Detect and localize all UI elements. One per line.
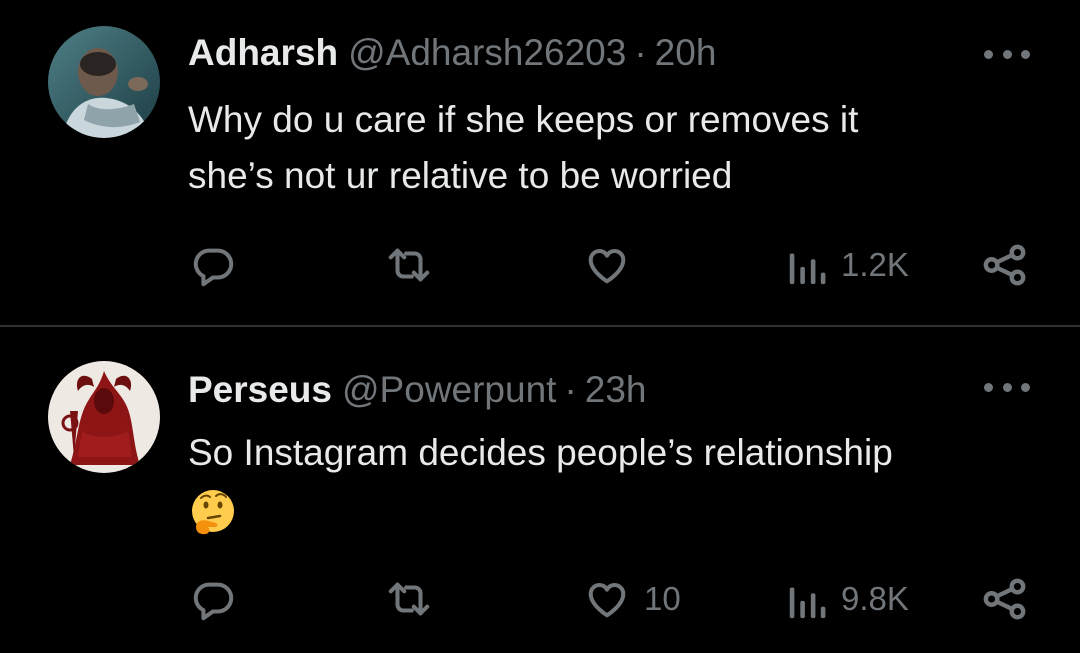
reply-icon [190, 242, 236, 288]
views-icon [787, 576, 827, 622]
tweet-header: Perseus @Powerpunt · 23h [188, 367, 647, 413]
tweet-text: Why do u care if she keeps or removes it… [188, 92, 1048, 204]
views-button[interactable]: 9.8K [787, 569, 909, 629]
tweet-text-line: Why do u care if she keeps or removes it [188, 99, 859, 140]
like-button[interactable] [584, 235, 644, 295]
views-button[interactable]: 1.2K [787, 235, 909, 295]
more-options-icon[interactable] [984, 373, 1030, 401]
heart-icon [584, 242, 630, 288]
reply-icon [190, 576, 236, 622]
more-options-icon[interactable] [984, 40, 1030, 68]
tweet[interactable]: Perseus @Powerpunt · 23h So Instagram decid… [0, 327, 1080, 653]
avatar[interactable] [48, 361, 160, 473]
tweet-text-line: So Instagram decides people’s relationsh… [188, 432, 893, 473]
tweet-header: Adharsh @Adharsh26203 · 20h [188, 30, 716, 76]
separator-dot: · [634, 32, 647, 73]
share-button[interactable] [982, 235, 1028, 295]
retweet-button[interactable] [385, 235, 433, 295]
share-icon [982, 242, 1028, 288]
retweet-icon [385, 242, 433, 288]
reply-button[interactable] [190, 235, 236, 295]
action-bar: 1.2K [0, 235, 1080, 295]
reply-button[interactable] [190, 569, 236, 629]
separator-dot: · [564, 369, 577, 410]
timestamp[interactable]: 20h [655, 32, 717, 73]
user-handle[interactable]: @Powerpunt [342, 369, 556, 410]
views-count: 9.8K [841, 580, 909, 617]
like-count: 10 [644, 580, 681, 617]
views-icon [787, 242, 827, 288]
retweet-button[interactable] [385, 569, 433, 629]
share-button[interactable] [982, 569, 1028, 629]
avatar[interactable] [48, 26, 160, 138]
action-bar: 10 9.8K [0, 569, 1080, 629]
display-name[interactable]: Adharsh [188, 32, 338, 73]
user-handle[interactable]: @Adharsh26203 [348, 32, 626, 73]
tweet[interactable]: Adharsh @Adharsh26203 · 20h Why do u care i… [0, 0, 1080, 325]
like-button[interactable]: 10 [584, 569, 681, 629]
tweet-text: So Instagram decides people’s relationsh… [188, 425, 1048, 553]
views-count: 1.2K [841, 246, 909, 283]
timestamp[interactable]: 23h [585, 369, 647, 410]
heart-icon [584, 576, 630, 622]
share-icon [982, 576, 1028, 622]
tweet-text-line: she’s not ur relative to be worried [188, 155, 733, 196]
thinking-face-emoji [188, 487, 238, 537]
display-name[interactable]: Perseus [188, 369, 332, 410]
retweet-icon [385, 576, 433, 622]
